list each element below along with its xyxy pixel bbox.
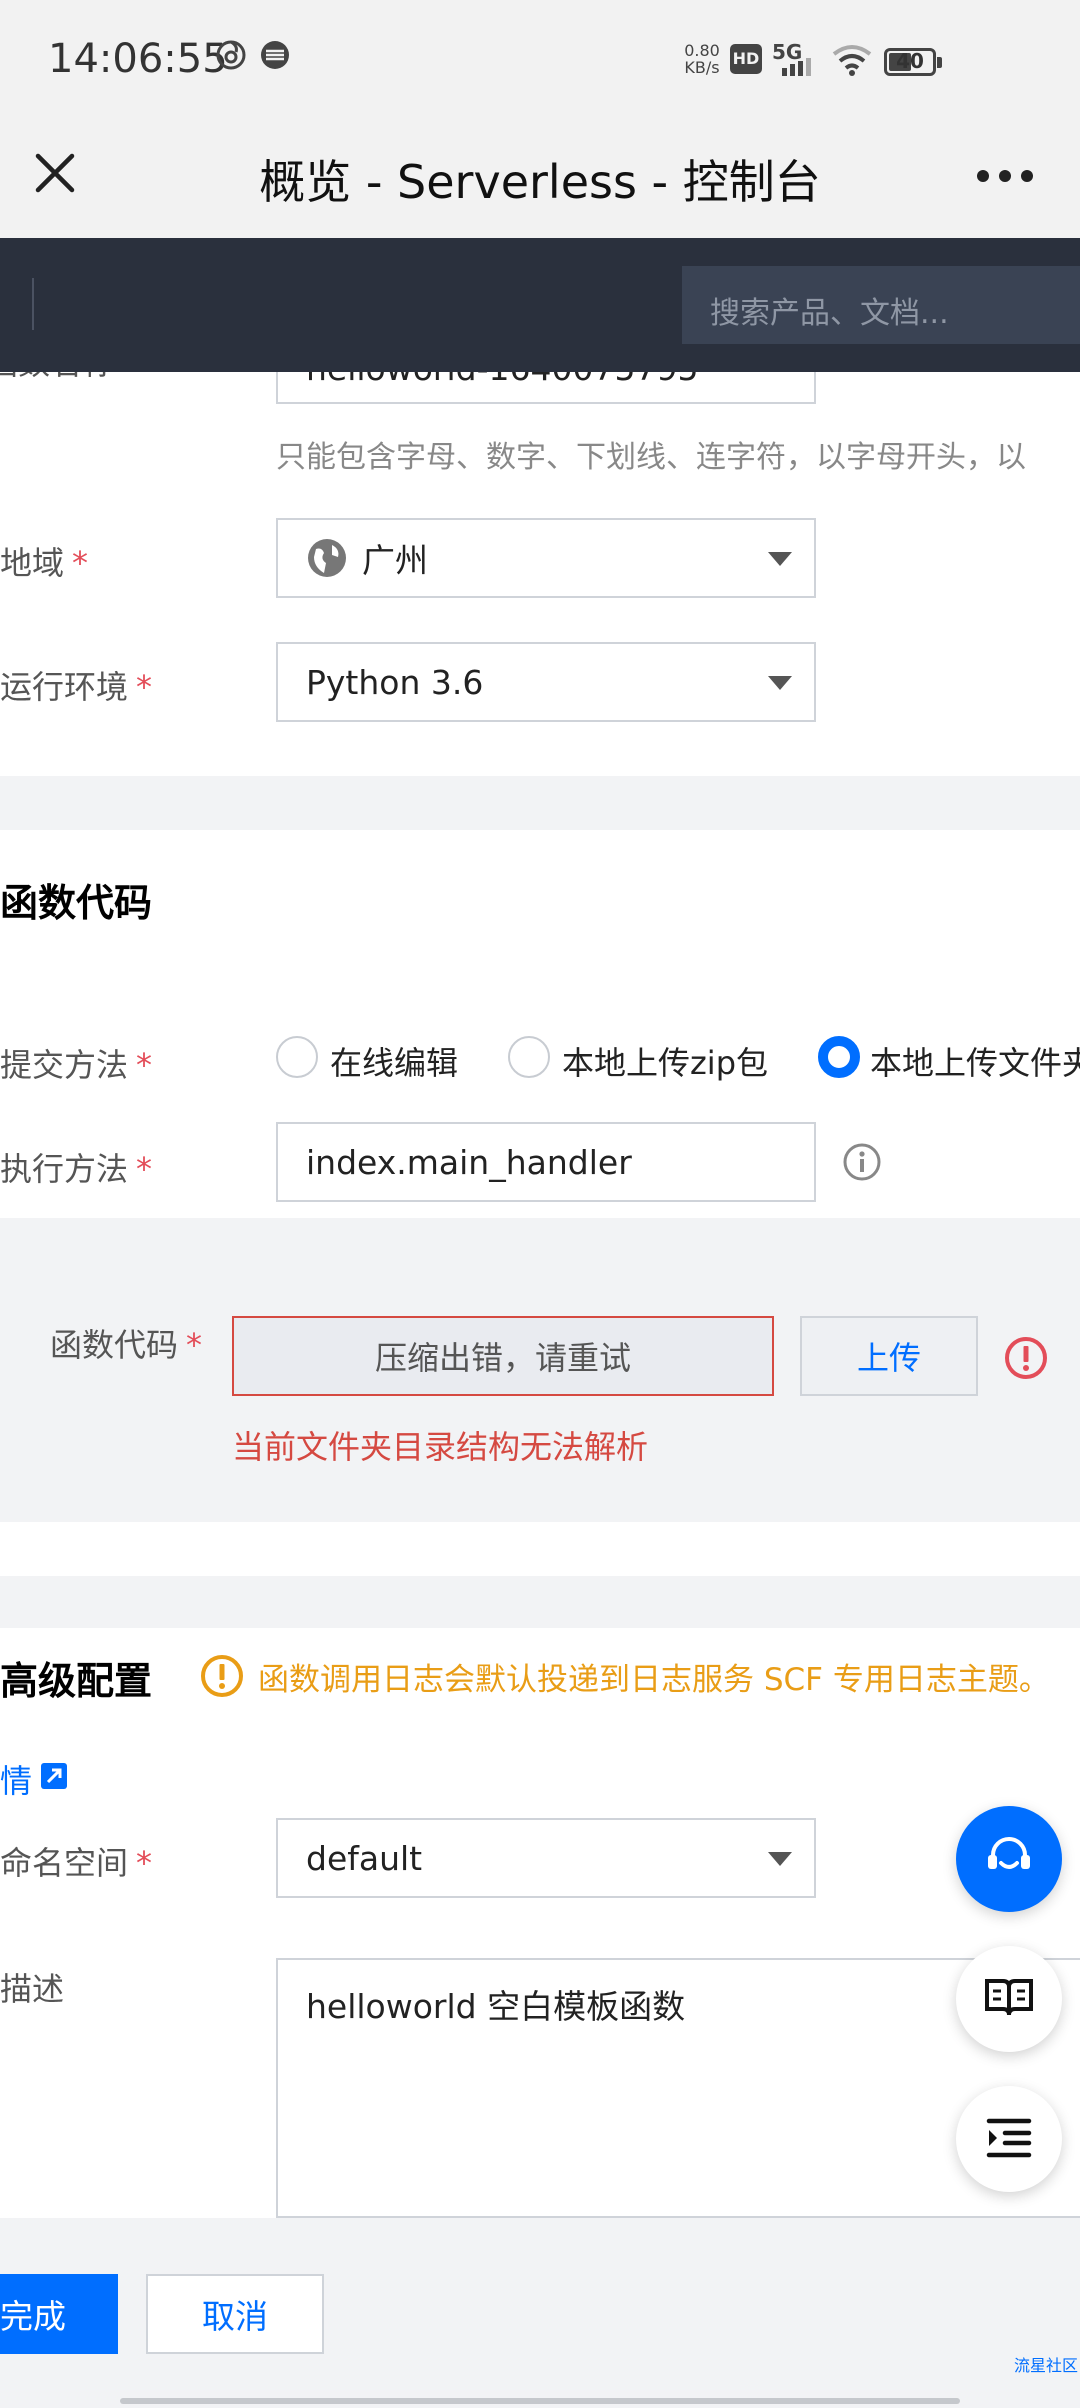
function-name-label: 函数名称 xyxy=(0,372,114,384)
runtime-label: 运行环境 * xyxy=(0,662,152,708)
required-mark: * xyxy=(136,1150,153,1188)
section-divider xyxy=(0,776,1080,830)
community-link[interactable]: 流星社区 xyxy=(1014,2352,1078,2376)
net-speed: 0.80 KB/s xyxy=(682,42,722,76)
log-notice: 函数调用日志会默认投递到日志服务 SCF 专用日志主题。 xyxy=(258,1662,1050,1698)
region-select[interactable]: 广州 xyxy=(276,518,816,598)
section-divider xyxy=(0,1576,1080,1628)
radio-online-edit-label[interactable]: 在线编辑 xyxy=(330,1038,458,1084)
details-link[interactable]: 情 xyxy=(0,1756,32,1802)
required-mark: * xyxy=(136,668,153,706)
code-section-heading: 函数代码 xyxy=(0,881,153,925)
runtime-select[interactable]: Python 3.6 xyxy=(276,642,816,722)
function-code-label-text: 函数代码 xyxy=(50,1326,179,1364)
handler-label: 执行方法 * xyxy=(0,1144,152,1190)
status-bar: 14:06:55 0.80 KB/s HD 5G 40 xyxy=(0,0,1080,120)
hd-icon: HD xyxy=(730,44,762,74)
radio-upload-folder[interactable] xyxy=(818,1036,860,1078)
customer-service-button[interactable] xyxy=(956,1806,1062,1912)
status-time: 14:06:55 xyxy=(48,36,228,82)
runtime-label-text: 运行环境 xyxy=(0,668,129,706)
signal-icon xyxy=(780,58,820,80)
upload-button[interactable]: 上传 xyxy=(800,1316,978,1396)
radio-upload-zip-label[interactable]: 本地上传zip包 xyxy=(562,1038,768,1084)
menu-toggle-button[interactable] xyxy=(956,2086,1062,2192)
chevron-down-icon xyxy=(768,552,792,566)
more-options-icon[interactable] xyxy=(975,168,1035,182)
globe-icon xyxy=(306,537,348,579)
console-header: 搜索产品、文档... xyxy=(0,238,1080,372)
radio-online-edit[interactable] xyxy=(276,1036,318,1078)
app-notification-icon xyxy=(214,38,248,81)
radio-upload-folder-label[interactable]: 本地上传文件夹 xyxy=(870,1038,1080,1084)
basic-config-section: 函数名称 helloworld-1640075795 只能包含字母、数字、下划线… xyxy=(0,372,1080,776)
cancel-button[interactable]: 取消 xyxy=(146,2274,324,2354)
required-mark: * xyxy=(136,1046,153,1084)
handler-value: index.main_handler xyxy=(306,1142,632,1182)
namespace-select[interactable]: default xyxy=(276,1818,816,1898)
scrollbar[interactable] xyxy=(120,2398,960,2404)
error-message: 当前文件夹目录结构无法解析 xyxy=(232,1428,649,1466)
runtime-value: Python 3.6 xyxy=(306,662,484,702)
headset-icon xyxy=(979,1827,1039,1891)
region-label-text: 地域 xyxy=(0,544,65,582)
function-name-field[interactable]: helloworld-1640075795 xyxy=(276,372,816,404)
namespace-value: default xyxy=(306,1838,423,1878)
battery-icon: 40 xyxy=(884,48,942,76)
page-title: 概览 - Serverless - 控制台 xyxy=(259,155,821,209)
handler-label-text: 执行方法 xyxy=(0,1150,129,1188)
submit-method-label-text: 提交方法 xyxy=(0,1046,129,1084)
handler-input[interactable]: index.main_handler xyxy=(276,1122,816,1202)
code-upload-panel: 函数代码 * 压缩出错，请重试 上传 当前文件夹目录结构无法解析 xyxy=(0,1218,1080,1522)
indent-menu-icon xyxy=(983,2111,1035,2167)
wifi-icon xyxy=(832,44,872,80)
footer-bar: 完成 取消 流星社区 xyxy=(0,2218,1080,2408)
namespace-label-text: 命名空间 xyxy=(0,1844,129,1882)
info-icon[interactable] xyxy=(842,1142,882,1186)
header-divider xyxy=(32,278,34,330)
book-icon xyxy=(981,1969,1037,2029)
function-code-label: 函数代码 * xyxy=(50,1320,202,1366)
done-button[interactable]: 完成 xyxy=(0,2274,118,2354)
net-speed-unit: KB/s xyxy=(684,58,720,77)
error-icon xyxy=(1004,1336,1048,1384)
region-value: 广州 xyxy=(362,541,428,580)
region-label: 地域 * xyxy=(0,538,88,584)
chevron-down-icon xyxy=(768,676,792,690)
search-input[interactable]: 搜索产品、文档... xyxy=(682,266,1080,344)
warning-icon xyxy=(200,1654,244,1702)
namespace-label: 命名空间 * xyxy=(0,1838,152,1884)
required-mark: * xyxy=(136,1844,153,1882)
description-label: 描述 xyxy=(0,1970,65,2008)
external-link-icon[interactable] xyxy=(38,1760,70,1796)
upload-status-field[interactable]: 压缩出错，请重试 xyxy=(232,1316,774,1396)
required-mark: * xyxy=(72,544,89,582)
required-mark: * xyxy=(186,1326,203,1364)
advanced-section-heading: 高级配置 xyxy=(0,1659,153,1703)
description-value: helloworld 空白模板函数 xyxy=(306,1987,686,2026)
function-name-hint: 只能包含字母、数字、下划线、连字符，以字母开头，以 xyxy=(276,440,1026,475)
docs-button[interactable] xyxy=(956,1946,1062,2052)
title-bar: 概览 - Serverless - 控制台 xyxy=(0,120,1080,238)
function-name-value: helloworld-1640075795 xyxy=(306,372,698,388)
submit-method-label: 提交方法 * xyxy=(0,1040,152,1086)
net-speed-value: 0.80 xyxy=(684,41,720,60)
radio-upload-zip[interactable] xyxy=(508,1036,550,1078)
app-notification-icon-2 xyxy=(258,38,292,81)
battery-level: 40 xyxy=(896,49,924,73)
chevron-down-icon xyxy=(768,1852,792,1866)
